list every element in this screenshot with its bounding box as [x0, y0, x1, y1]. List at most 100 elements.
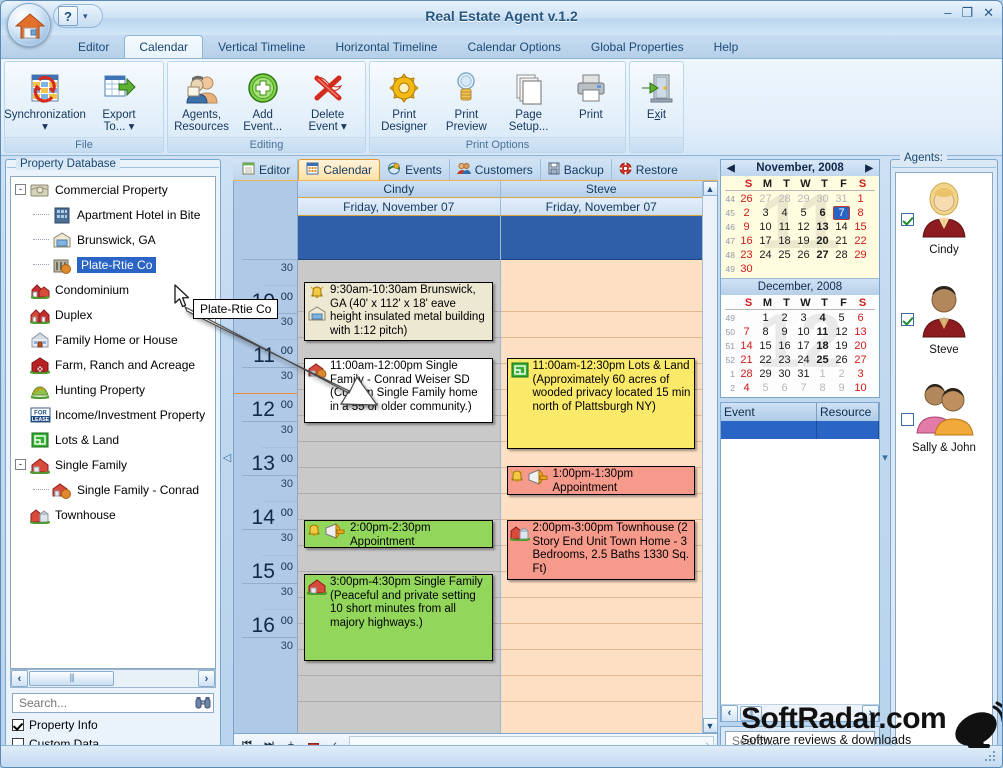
- day-cell[interactable]: 29: [756, 368, 775, 380]
- day-cell[interactable]: 17: [794, 340, 813, 352]
- maximize-button[interactable]: ❐: [961, 6, 973, 19]
- right-splitter[interactable]: ▾: [880, 159, 890, 756]
- ribbon-tab-editor[interactable]: Editor: [63, 35, 124, 58]
- column-header-resource[interactable]: Resource: [817, 403, 879, 421]
- agent-item-cindy[interactable]: Cindy: [896, 173, 992, 273]
- day-cell[interactable]: 25: [813, 354, 832, 366]
- tree-item-lots-and-land[interactable]: Lots & Land: [11, 427, 215, 452]
- agent-item-sally-and-john[interactable]: Sally & John: [896, 373, 992, 473]
- day-cell[interactable]: 3: [756, 207, 775, 219]
- column-header-event[interactable]: Event: [721, 403, 817, 421]
- agent-item-steve[interactable]: Steve: [896, 273, 992, 373]
- ribbon-tab-help[interactable]: Help: [699, 35, 754, 58]
- day-cell[interactable]: 1: [813, 368, 832, 380]
- minimize-button[interactable]: –: [944, 6, 951, 19]
- event-grid-hscrollbar[interactable]: ‹ ›: [721, 704, 879, 722]
- day-cell[interactable]: 9: [832, 382, 851, 394]
- day-cell[interactable]: 5: [756, 382, 775, 394]
- day-cell[interactable]: 2: [775, 312, 794, 324]
- left-splitter[interactable]: ◁: [221, 159, 233, 756]
- calendar-event[interactable]: 1:00pm-1:30pm Appointment: [506, 466, 695, 495]
- day-cell[interactable]: 26: [794, 249, 813, 261]
- day-cell[interactable]: 4: [775, 207, 794, 219]
- day-cell[interactable]: 9: [737, 221, 756, 233]
- prev-month-button[interactable]: ◀: [727, 163, 735, 174]
- day-cell[interactable]: 14: [832, 221, 851, 233]
- day-cell[interactable]: 7: [737, 326, 756, 338]
- day-cell[interactable]: 13: [813, 221, 832, 233]
- day-cell[interactable]: 15: [851, 221, 870, 233]
- calendar-event[interactable]: 9:30am-10:30am Brunswick, GA (40' x 112'…: [304, 282, 493, 341]
- day-cell[interactable]: 1: [851, 193, 870, 205]
- event-grid-scroll-right-button[interactable]: ›: [862, 704, 879, 722]
- tree-item-brunswick-ga[interactable]: Brunswick, GA: [11, 227, 215, 252]
- tree-item-townhouse[interactable]: Townhouse: [11, 502, 215, 527]
- day-cell[interactable]: 20: [851, 340, 870, 352]
- agent-checkbox[interactable]: [901, 313, 914, 326]
- all-day-band[interactable]: [298, 216, 500, 260]
- page-setup-button[interactable]: Page Setup...: [499, 66, 559, 133]
- resize-grip[interactable]: [985, 751, 997, 763]
- day-cell[interactable]: 17: [756, 235, 775, 247]
- day-cell[interactable]: 28: [737, 368, 756, 380]
- all-day-band[interactable]: [500, 216, 702, 260]
- day-cell[interactable]: 23: [737, 249, 756, 261]
- tree-scroll-right-button[interactable]: ›: [198, 670, 215, 687]
- day-cell[interactable]: 28: [775, 193, 794, 205]
- agents-resources-button[interactable]: Agents, Resources: [172, 66, 231, 133]
- day-cell[interactable]: 19: [832, 340, 851, 352]
- day-cell[interactable]: 31: [832, 193, 851, 205]
- day-cell[interactable]: 27: [851, 354, 870, 366]
- day-cell[interactable]: 27: [756, 193, 775, 205]
- day-cell[interactable]: 2: [832, 368, 851, 380]
- day-cell[interactable]: 5: [832, 312, 851, 324]
- tree-item-farm-ranch-and-acreage[interactable]: Farm, Ranch and Acreage: [11, 352, 215, 377]
- day-cell[interactable]: 8: [813, 382, 832, 394]
- property-info-checkbox-row[interactable]: Property Info: [12, 718, 214, 732]
- add-event-button[interactable]: Add Event...: [233, 66, 292, 133]
- time-slots-cindy[interactable]: 9:30am-10:30am Brunswick, GA (40' x 112'…: [298, 260, 500, 733]
- day-cell[interactable]: 19: [794, 235, 813, 247]
- day-cell[interactable]: 29: [851, 249, 870, 261]
- day-cell[interactable]: 9: [775, 326, 794, 338]
- day-cell[interactable]: 18: [813, 340, 832, 352]
- export-dropdown-icon[interactable]: To... ▾: [104, 121, 135, 133]
- binoculars-icon[interactable]: [193, 694, 213, 712]
- day-cell[interactable]: 6: [813, 207, 832, 219]
- day-cell[interactable]: 23: [775, 354, 794, 366]
- delete-event-button[interactable]: Delete Event ▾: [294, 66, 361, 133]
- day-cell[interactable]: 3: [851, 368, 870, 380]
- exit-button[interactable]: Exit: [634, 66, 679, 121]
- tree-item-commercial-property[interactable]: - Commercial Property: [11, 177, 215, 202]
- tree-item-hunting-property[interactable]: Hunting Property: [11, 377, 215, 402]
- event-grid-scroll-thumb[interactable]: [740, 705, 762, 721]
- property-tree-hscrollbar[interactable]: ‹ ›: [10, 669, 216, 688]
- scroll-up-button[interactable]: ▲: [702, 181, 718, 196]
- event-grid-scroll-left-button[interactable]: ‹: [721, 704, 738, 722]
- day-cell[interactable]: 4: [737, 382, 756, 394]
- calendar-event[interactable]: 3:00pm-4:30pm Single Family (Peaceful an…: [304, 574, 493, 661]
- calendar-event[interactable]: 11:00am-12:30pm Lots & Land (Approximate…: [506, 358, 695, 449]
- tree-scroll-left-button[interactable]: ‹: [11, 670, 28, 687]
- day-cell[interactable]: 21: [737, 354, 756, 366]
- search-input[interactable]: [17, 695, 193, 711]
- day-cell[interactable]: 6: [775, 382, 794, 394]
- day-cell[interactable]: 15: [756, 340, 775, 352]
- day-cell[interactable]: 16: [737, 235, 756, 247]
- agent-checkbox[interactable]: [901, 413, 914, 426]
- print-button[interactable]: Print: [561, 66, 621, 121]
- day-cell[interactable]: 13: [851, 326, 870, 338]
- day-cell[interactable]: 24: [756, 249, 775, 261]
- print-preview-button[interactable]: Print Preview: [436, 66, 496, 133]
- view-tab-calendar[interactable]: Calendar: [298, 159, 381, 180]
- day-cell[interactable]: 10: [794, 326, 813, 338]
- day-cell[interactable]: 12: [832, 326, 851, 338]
- view-tab-editor[interactable]: Editor: [235, 159, 299, 180]
- ribbon-tab-calendar[interactable]: Calendar: [124, 35, 204, 58]
- day-cell[interactable]: 30: [737, 263, 756, 275]
- day-cell[interactable]: 12: [794, 221, 813, 233]
- tree-expander[interactable]: -: [15, 459, 26, 470]
- day-cell[interactable]: 27: [813, 249, 832, 261]
- synchronization-button[interactable]: Synchronization ▾: [4, 66, 86, 133]
- print-designer-button[interactable]: Print Designer: [374, 66, 434, 133]
